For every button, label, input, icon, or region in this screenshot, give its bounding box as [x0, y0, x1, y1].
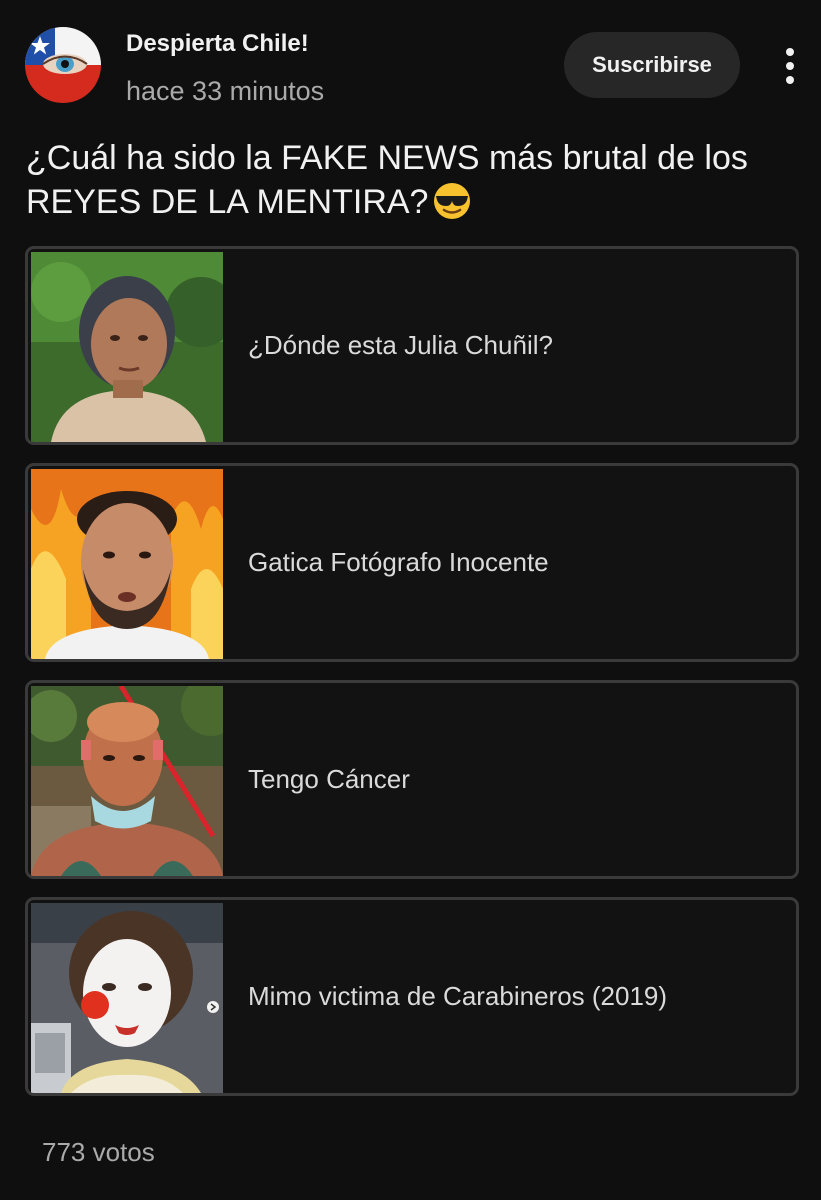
smiling-face-with-sunglasses-icon — [432, 181, 472, 221]
vertical-ellipsis-dot — [786, 76, 794, 84]
channel-avatar[interactable] — [25, 27, 101, 103]
poll-option-1[interactable]: ¿Dónde esta Julia Chuñil? — [25, 246, 799, 445]
channel-name[interactable]: Despierta Chile! — [126, 30, 309, 58]
option-2-label: Gatica Fotógrafo Inocente — [248, 547, 549, 577]
poll-question-text: ¿Cuál ha sido la FAKE NEWS más brutal de… — [26, 139, 748, 221]
more-options-button[interactable] — [772, 44, 808, 88]
option-4-thumbnail — [31, 903, 223, 1093]
poll-option-2[interactable]: Gatica Fotógrafo Inocente — [25, 463, 799, 662]
elderly-woman-portrait-image — [31, 252, 223, 442]
vertical-ellipsis-dot — [786, 62, 794, 70]
bald-man-with-mask-protest-image — [31, 686, 223, 876]
poll-question: ¿Cuál ha sido la FAKE NEWS más brutal de… — [26, 136, 796, 224]
subscribe-button[interactable]: Suscribirse — [564, 32, 740, 98]
post-timestamp: hace 33 minutos — [126, 76, 325, 106]
poll-option-4[interactable]: Mimo victima de Carabineros (2019) — [25, 897, 799, 1096]
man-in-front-of-fire-image — [31, 469, 223, 659]
option-1-label: ¿Dónde esta Julia Chuñil? — [248, 330, 553, 360]
option-1-thumbnail — [31, 252, 223, 442]
poll-option-3[interactable]: Tengo Cáncer — [25, 680, 799, 879]
option-3-label: Tengo Cáncer — [248, 764, 410, 794]
option-3-thumbnail — [31, 686, 223, 876]
mime-with-clown-nose-image — [31, 903, 223, 1093]
vertical-ellipsis-icon — [786, 48, 794, 56]
option-4-label: Mimo victima de Carabineros (2019) — [248, 981, 668, 1011]
option-2-thumbnail — [31, 469, 223, 659]
vote-count: 773 votos — [42, 1137, 155, 1167]
chile-flag-eye-avatar-icon — [25, 27, 101, 103]
